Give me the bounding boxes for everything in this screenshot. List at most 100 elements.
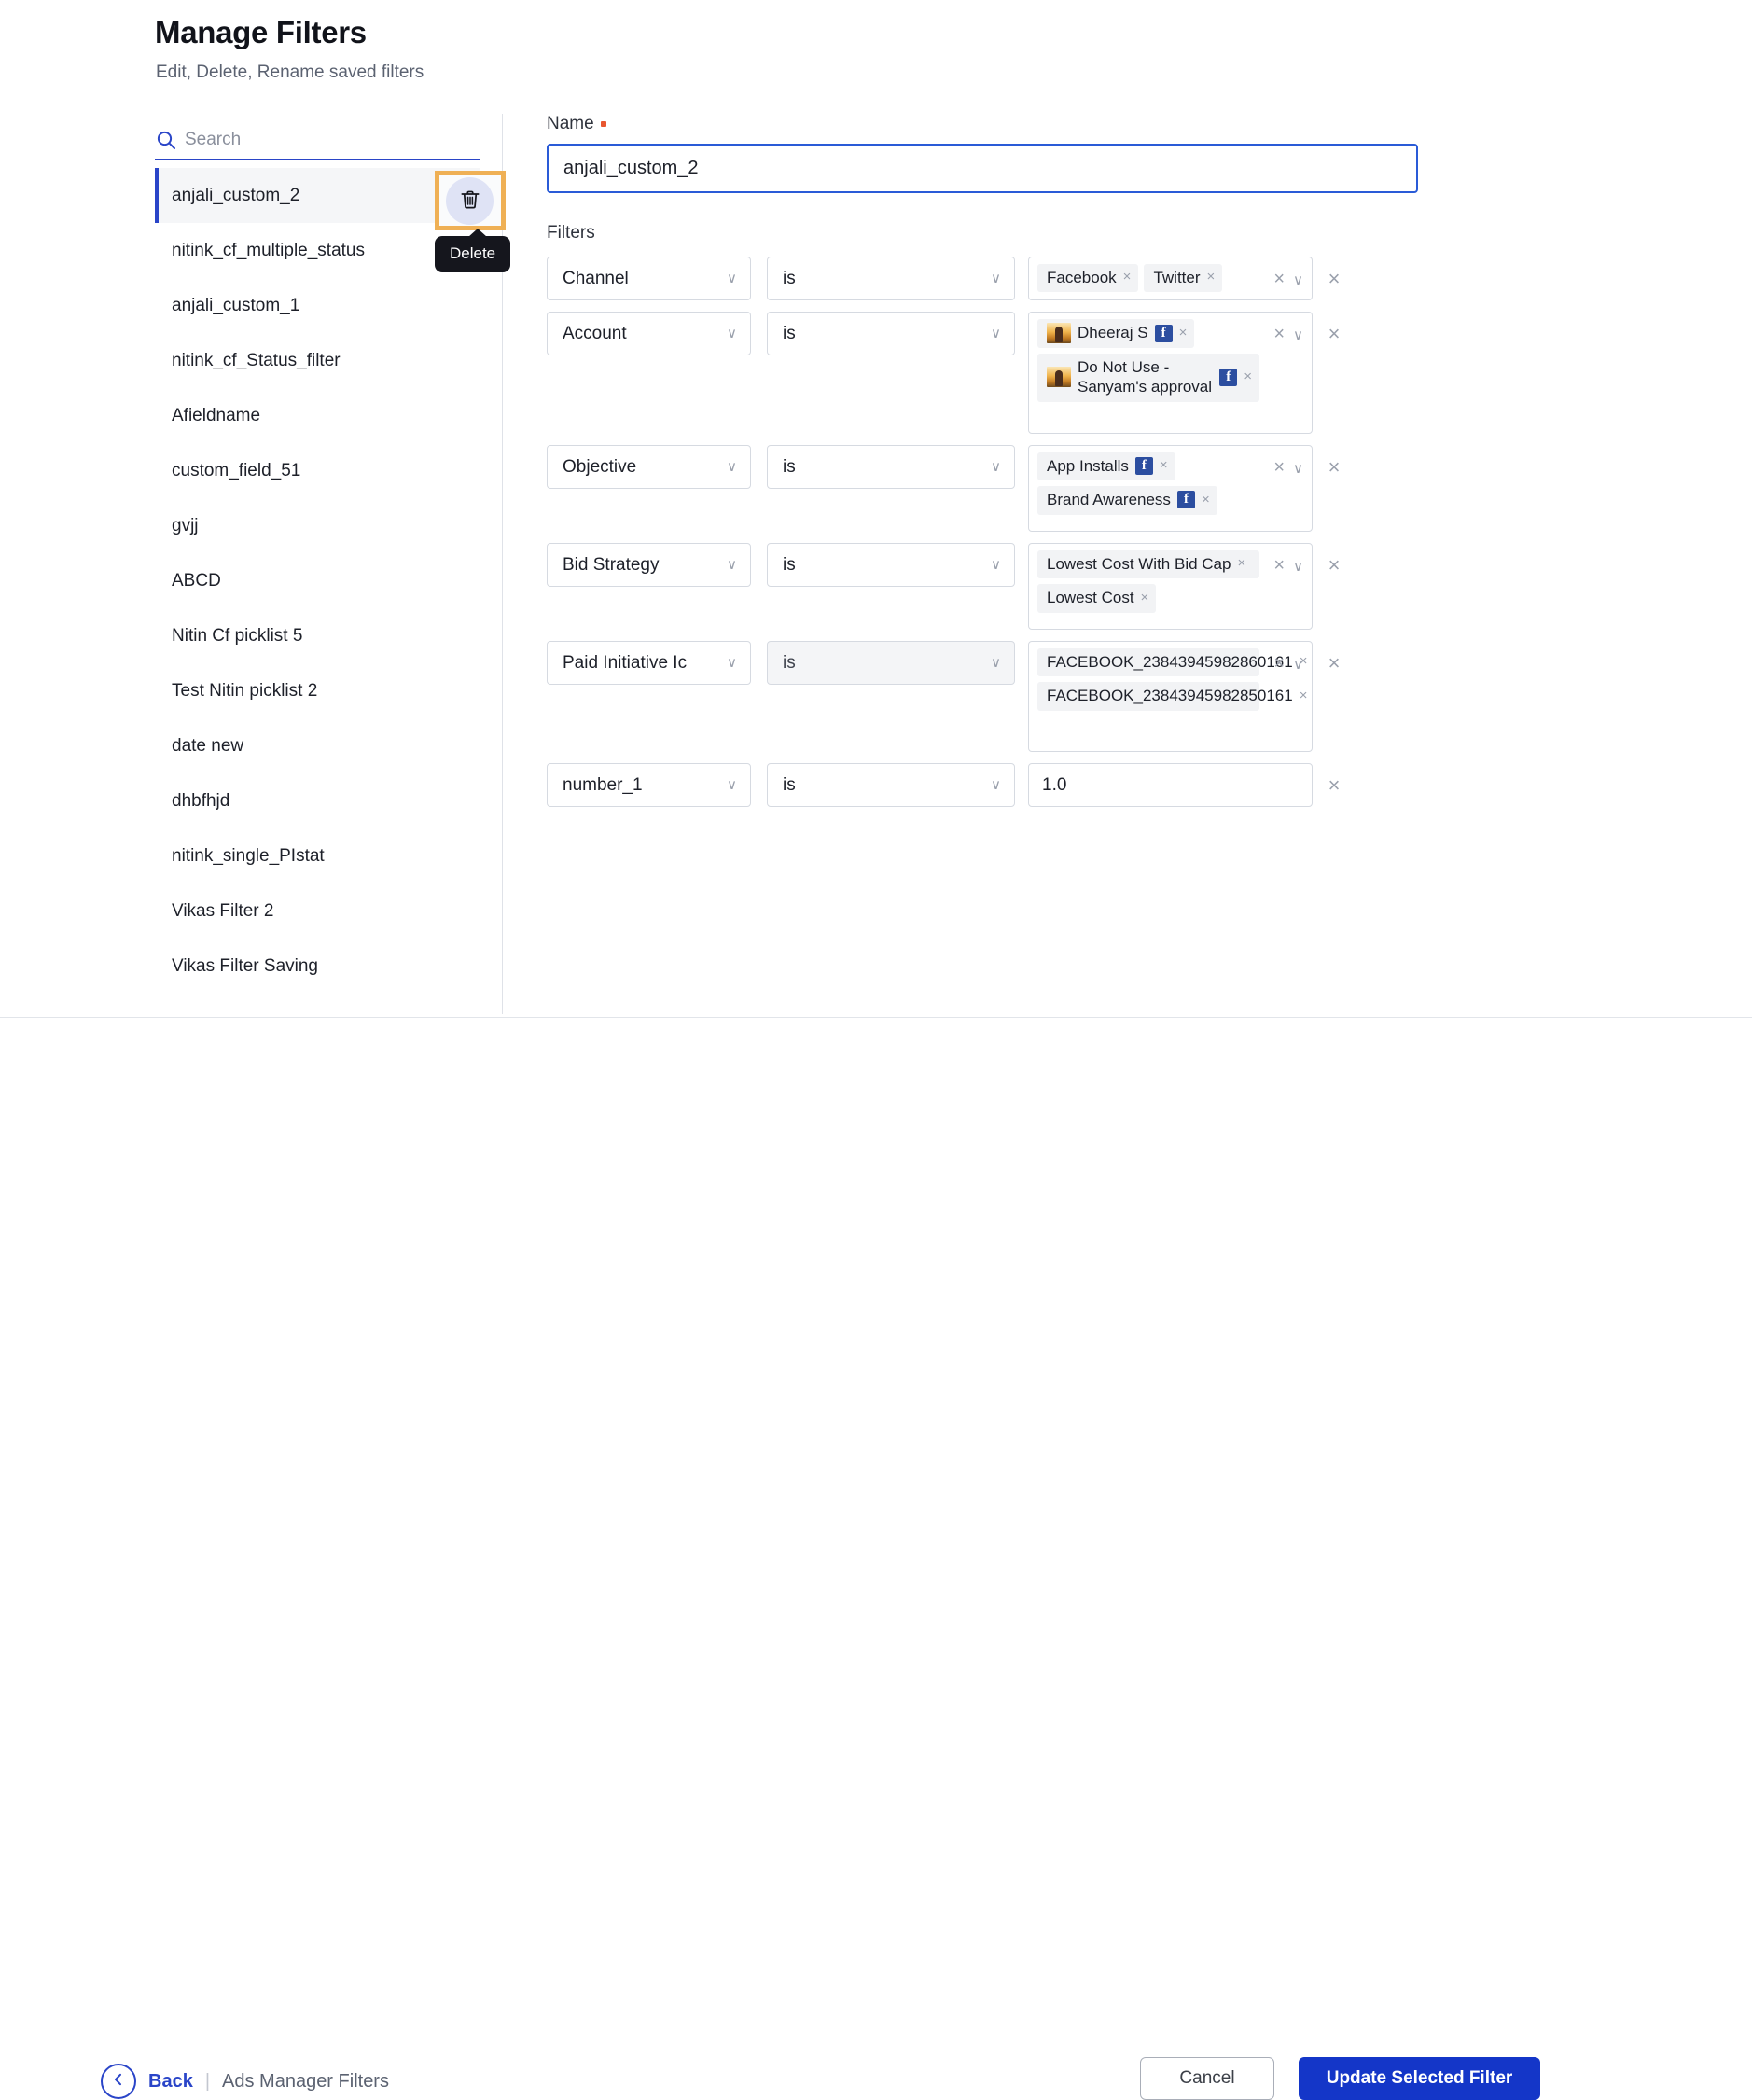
update-selected-filter-button[interactable]: Update Selected Filter [1299,2057,1540,2100]
filter-operator-select[interactable]: is ∨ [767,641,1015,685]
filter-value-multiselect[interactable]: FACEBOOK_23843945982860161 × FACEBOOK_2384… [1028,641,1313,752]
saved-filter-item[interactable]: Nitin Cf picklist 5 [155,608,480,663]
filter-value-tag-label: Do Not Use - Sanyam's approval [1078,358,1213,396]
saved-filter-item[interactable]: nitink_cf_multiple_status [155,223,480,278]
saved-filter-item[interactable]: ABCD [155,553,480,608]
filter-operator-select[interactable]: is ∨ [767,257,1015,300]
remove-tag-icon[interactable]: × [1237,555,1245,573]
remove-tag-icon[interactable]: × [1244,369,1252,386]
filter-field-value: Channel [563,268,629,288]
remove-tag-icon[interactable]: × [1207,269,1216,286]
saved-filter-item[interactable]: anjali_custom_2 [155,168,480,223]
chevron-down-icon[interactable]: ∨ [1293,460,1303,477]
filter-condition-row: Objective ∨ is ∨ App Installs f × Brand Awarene… [547,445,1694,532]
filter-field-select[interactable]: Bid Strategy ∨ [547,543,751,587]
filter-field-select[interactable]: Objective ∨ [547,445,751,489]
saved-filter-item-label: Nitin Cf picklist 5 [172,625,303,646]
remove-filter-row-icon[interactable]: × [1324,763,1344,807]
saved-filter-item[interactable]: Vikas Filter Saving [155,939,480,994]
filter-value-tag: FACEBOOK_23843945982850161 × [1037,682,1307,711]
remove-tag-icon[interactable]: × [1141,590,1149,607]
clear-all-icon[interactable]: × [1273,269,1285,290]
filter-condition-row: Bid Strategy ∨ is ∨ Lowest Cost With Bid Cap… [547,543,1694,630]
remove-filter-row-icon[interactable]: × [1324,445,1344,489]
saved-filter-item[interactable]: nitink_cf_Status_filter [155,333,480,388]
remove-tag-icon[interactable]: × [1202,492,1210,509]
chevron-down-icon[interactable]: ∨ [1293,271,1303,288]
remove-filter-row-icon[interactable]: × [1324,257,1344,300]
remove-filter-row-icon[interactable]: × [1324,543,1344,587]
facebook-icon: f [1176,491,1195,509]
saved-filter-item[interactable]: dhbfhjd [155,773,480,828]
filter-operator-select[interactable]: is ∨ [767,763,1015,807]
remove-tag-icon[interactable]: × [1123,269,1132,286]
saved-filter-item-label: nitink_cf_Status_filter [172,350,341,370]
saved-filter-item-label: Vikas Filter 2 [172,900,274,921]
name-label-text: Name [547,114,594,133]
filter-value-multiselect[interactable]: Dheeraj Sf × Do Not Use - Sanyam's approva… [1028,312,1313,434]
saved-filter-item[interactable]: custom_field_51 [155,443,480,498]
filter-value-multiselect[interactable]: App Installs f × Brand Awareness f × × ∨ [1028,445,1313,532]
saved-filter-item[interactable]: anjali_custom_1 [155,278,480,333]
search-icon [155,129,177,151]
filter-name-input[interactable] [547,144,1418,193]
remove-tag-icon[interactable]: × [1179,325,1188,342]
filter-value-input[interactable]: 1.0 [1028,763,1313,807]
filter-value-tag: Lowest Cost With Bid Cap × [1037,550,1259,579]
filter-value-tag-label: Twitter [1153,269,1201,286]
remove-filter-row-icon[interactable]: × [1324,312,1344,355]
filter-field-select[interactable]: Paid Initiative Ic ∨ [547,641,751,685]
remove-tag-icon[interactable]: × [1160,457,1168,475]
footer-bar: Back | Ads Manager Filters Cancel Update… [0,1018,1752,2100]
filter-value-multiselect[interactable]: Facebook × Twitter × × ∨ [1028,257,1313,300]
filter-operator-select[interactable]: is ∨ [767,312,1015,355]
filter-value-tag-label: App Installs [1047,457,1129,475]
filter-operator-select[interactable]: is ∨ [767,543,1015,587]
clear-all-icon[interactable]: × [1273,457,1285,479]
filter-operator-select[interactable]: is ∨ [767,445,1015,489]
filter-operator-value: is [783,323,796,343]
chevron-down-icon: ∨ [727,777,737,793]
saved-filter-item[interactable]: Afieldname [155,388,480,443]
filter-condition-rows: Channel ∨ is ∨ Facebook × Twitter × × ∨ × Account ∨ i… [547,257,1694,807]
search-input[interactable] [185,130,455,150]
filter-value-tag: Do Not Use - Sanyam's approval f × [1037,354,1259,402]
chevron-down-icon: ∨ [991,459,1001,475]
clear-all-icon[interactable]: × [1273,324,1285,345]
cancel-button[interactable]: Cancel [1140,2057,1274,2100]
remove-tag-icon[interactable]: × [1300,688,1308,705]
filter-value-multiselect[interactable]: Lowest Cost With Bid Cap × Lowest Cost × × ∨ [1028,543,1313,630]
page-subtitle: Edit, Delete, Rename saved filters [156,63,424,82]
filter-field-select[interactable]: number_1 ∨ [547,763,751,807]
filter-field-select[interactable]: Account ∨ [547,312,751,355]
saved-filter-item[interactable]: Vikas Filter 2 [155,883,480,939]
clear-all-icon[interactable]: × [1273,555,1285,577]
filter-edit-form: Name Filters Channel∨is∨Facebook×Twitter… [547,114,1694,818]
multiselect-controls: × ∨ [1273,653,1303,675]
saved-filter-item-label: anjali_custom_1 [172,295,300,315]
saved-filter-item[interactable]: Test Nitin picklist 2 [155,663,480,718]
chevron-down-icon[interactable]: ∨ [1293,327,1303,343]
saved-filter-item[interactable]: date new [155,718,480,773]
filter-field-select[interactable]: Channel ∨ [547,257,751,300]
filter-condition-row: Channel ∨ is ∨ Facebook × Twitter × × ∨ × [547,257,1694,300]
back-button[interactable] [101,2064,136,2099]
filter-field-value: Bid Strategy [563,554,660,575]
chevron-down-icon[interactable]: ∨ [1293,558,1303,575]
chevron-down-icon[interactable]: ∨ [1293,656,1303,673]
back-navigation: Back | Ads Manager Filters [101,2064,389,2099]
back-link-label[interactable]: Back [148,2071,193,2093]
saved-filter-item[interactable]: gvjj [155,498,480,553]
chevron-down-icon: ∨ [727,271,737,286]
saved-filter-item[interactable]: nitink_single_PIstat [155,828,480,883]
delete-filter-button[interactable] [446,177,494,225]
filter-field-value: Paid Initiative Ic [563,652,688,673]
filter-list-sidebar: anjali_custom_2 nitink_cf_multiple_status… [155,121,480,1012]
filter-condition-row: Paid Initiative Ic ∨ is ∨ FACEBOOK_238439459… [547,641,1694,752]
remove-filter-row-icon[interactable]: × [1324,641,1344,685]
filter-value-tag: Lowest Cost × [1037,584,1157,613]
chevron-down-icon: ∨ [991,271,1001,286]
clear-all-icon[interactable]: × [1273,653,1285,675]
saved-filter-item-label: nitink_single_PIstat [172,845,325,866]
avatar [1047,367,1071,388]
